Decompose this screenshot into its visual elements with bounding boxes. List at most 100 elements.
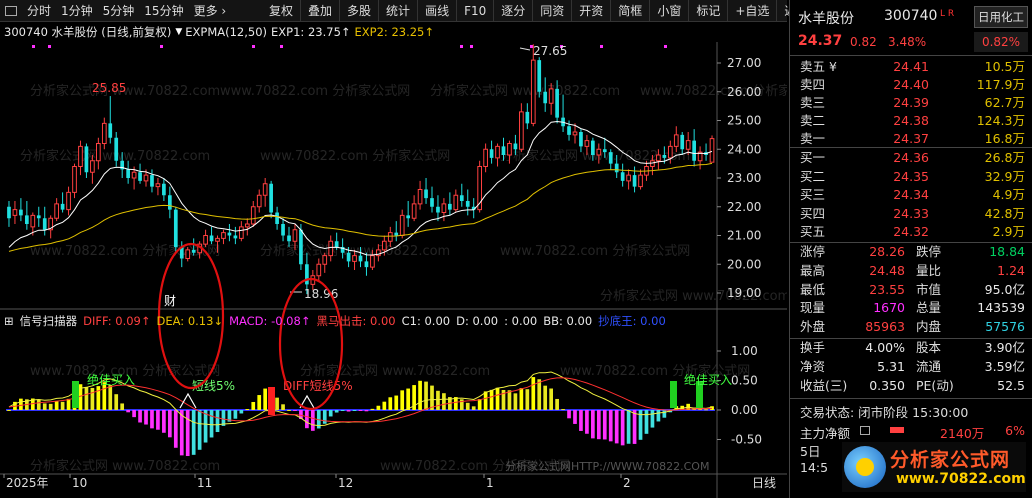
blank-value: : 0.00 [504, 314, 538, 328]
fin-value: 5.31 [877, 358, 905, 374]
net-flow-label: 主力净额 [800, 426, 851, 441]
candle-body [173, 209, 178, 247]
watermark: www.70822.com 分析家公式网 [30, 243, 220, 259]
macd-bar [36, 399, 41, 410]
candle-body [334, 241, 339, 247]
dropdown-icon[interactable]: ▼ [175, 27, 182, 37]
candle-body [269, 183, 273, 213]
price-change-pct: 3.48% [888, 35, 927, 49]
macd-bar [48, 403, 53, 410]
candle-body [316, 263, 322, 277]
candle-body [305, 264, 309, 285]
indicator-name[interactable]: EXPMA(12,50) [185, 25, 267, 39]
candle-body [501, 146, 506, 155]
candle-body [150, 175, 154, 187]
finance-marker: 财 [164, 294, 176, 308]
candle-body [459, 195, 464, 201]
candle-body [209, 235, 214, 242]
bid-label: 买五 [800, 224, 826, 240]
ask-price: 24.37 [893, 131, 929, 146]
ind-tick-label: 0.50 [731, 374, 758, 388]
macd-bar [293, 410, 297, 411]
bid-row: 买五 24.32 2.9万 [790, 222, 1032, 241]
ask-label: 卖五 ¥ [800, 59, 837, 74]
indicator-title[interactable]: 信号扫描器 [20, 313, 78, 329]
chao-value: 抄底王: 0.00 [598, 314, 666, 328]
bid-volume: 4.9万 [992, 187, 1025, 203]
candle-body [72, 166, 77, 193]
price-tick-label: 21.00 [727, 229, 761, 243]
ask-row: 卖一 24.37 16.8万 [790, 129, 1032, 148]
candle-body [328, 240, 334, 257]
macd-bar [215, 410, 220, 433]
macd-bar [358, 410, 363, 411]
candle-body [346, 252, 351, 262]
quote-row: 最低 23.55 市值 95.0亿 [790, 281, 1032, 300]
bid-volume: 32.9万 [984, 168, 1025, 184]
short-label: DIFF短线5% [283, 379, 353, 393]
macd-bar [7, 410, 11, 411]
macd-bar [126, 410, 130, 413]
sector-button[interactable]: 日用化工 [974, 6, 1028, 28]
macd-bar [352, 410, 357, 411]
kline-chart[interactable]: 分析家公式网 www.70822.com www.70822.com 分析家公式网… [0, 0, 787, 498]
exp1-value: EXP1: 23.75↑ [271, 25, 351, 39]
quote-value: 28.26 [869, 244, 905, 259]
bid-row: 买四 24.33 42.8万 [790, 204, 1032, 223]
signal-dot [160, 45, 163, 48]
macd-bar [364, 410, 369, 412]
bid-row: 买三 24.34 4.9万 [790, 185, 1032, 204]
candle-body [662, 155, 667, 158]
candle-body [667, 145, 673, 159]
macd-bar [424, 381, 428, 410]
candle-body [614, 163, 619, 173]
candle-body [203, 235, 208, 245]
candle-body [596, 148, 602, 156]
candle-body [632, 175, 637, 187]
candle-body [90, 160, 95, 173]
ask-label: 卖四 [800, 77, 826, 92]
fin-value: 3.90亿 [984, 340, 1025, 355]
macd-bar [346, 410, 351, 412]
logo-globe-icon [844, 446, 886, 488]
quote-value: 24.48 [869, 262, 905, 278]
candle-body [66, 191, 71, 211]
candle-body [602, 149, 607, 153]
candle-body [292, 229, 298, 242]
date-tick-label: 1 [486, 476, 494, 490]
stock-name: 水羊股份 [798, 11, 854, 27]
buy-signal-bar [72, 381, 79, 408]
ask-price: 24.39 [893, 95, 929, 110]
quote-value: 1670 [873, 300, 905, 316]
candle-body [430, 198, 434, 207]
candle-body [370, 255, 375, 268]
macd-value: MACD: -0.08↑ [229, 314, 311, 328]
watermark: www.70822.com 分析家公式网 [640, 83, 787, 99]
candle-body [262, 183, 268, 196]
macd-bar [322, 410, 327, 424]
candle-body [162, 183, 166, 196]
macd-bar [561, 409, 565, 411]
macd-bar [156, 410, 160, 430]
table-icon[interactable] [860, 426, 870, 435]
macd-bar [239, 410, 244, 414]
candle-body [322, 255, 328, 265]
candle-body [519, 111, 524, 150]
fin-label: 换手 [800, 340, 826, 355]
candle-body [143, 174, 149, 182]
net-flow-value: 2140万 [940, 426, 985, 441]
indicator-menu-icon[interactable]: ⊞ [4, 314, 14, 328]
macd-bar [573, 410, 577, 424]
macd-bar [173, 410, 178, 448]
sell-signal-bar [268, 387, 275, 415]
candle-body [60, 203, 65, 210]
candle-body [131, 171, 137, 179]
signal-dot [280, 45, 283, 48]
ask-row: 卖五 ¥ 24.41 10.5万 [790, 57, 1032, 76]
candle-body [287, 235, 291, 242]
candle-body [191, 249, 196, 253]
diff-value: DIFF: 0.09↑ [83, 314, 151, 328]
quote-label: 涨停 [800, 244, 826, 259]
watermark: 分析家公式网 www.70822.com [430, 83, 620, 99]
candle-body [638, 174, 643, 188]
